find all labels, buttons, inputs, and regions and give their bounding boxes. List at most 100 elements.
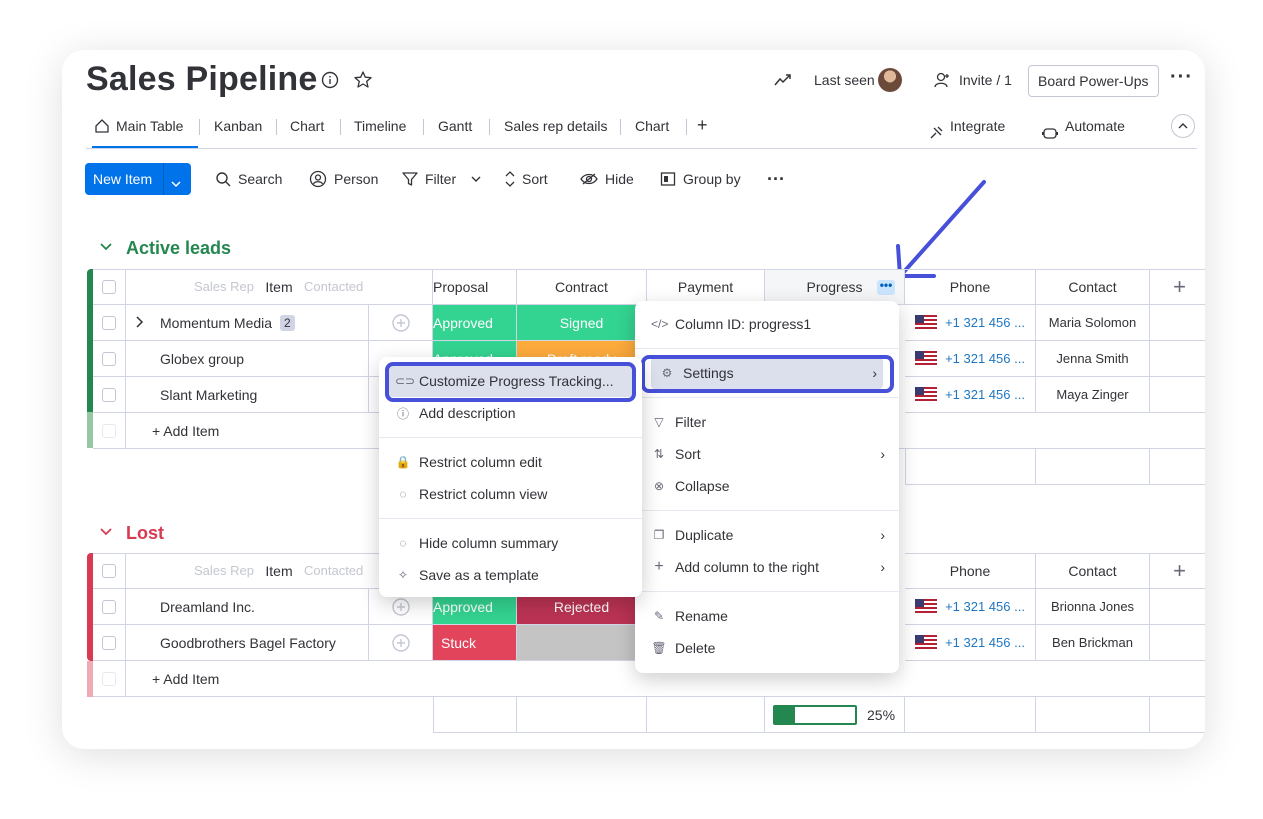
column-header-contact[interactable]: Contact <box>1036 553 1150 589</box>
collapse-group-icon[interactable] <box>100 528 112 536</box>
row-checkbox[interactable] <box>102 635 116 650</box>
progress-summary[interactable]: 25% <box>765 697 905 733</box>
menu-item-filter[interactable]: ▽ Filter <box>635 406 899 438</box>
phone-cell[interactable]: +1 321 456 ... <box>905 341 1036 377</box>
row-checkbox[interactable] <box>102 351 116 366</box>
last-seen-label[interactable]: Last seen <box>814 72 875 88</box>
info-icon: ⓘ <box>396 406 409 421</box>
phone-cell[interactable]: +1 321 456 ... <box>905 377 1036 413</box>
column-header-contact[interactable]: Contact <box>1036 269 1150 305</box>
person-filter-button[interactable]: Person <box>309 167 378 191</box>
contact-cell[interactable]: Ben Brickman <box>1036 625 1150 661</box>
search-icon <box>216 172 231 187</box>
toolbar-more-icon[interactable]: ··· <box>767 167 785 191</box>
collapse-header-icon[interactable] <box>1171 114 1195 138</box>
us-flag-icon <box>915 351 938 366</box>
status-proposal[interactable]: Approved <box>433 305 517 341</box>
column-header-phone[interactable]: Phone <box>905 269 1036 305</box>
tab-gantt[interactable]: Gantt <box>438 112 472 148</box>
add-update-icon[interactable] <box>369 625 433 661</box>
group-title-active[interactable]: Active leads <box>126 238 231 259</box>
column-options-icon[interactable]: ••• <box>877 279 895 295</box>
new-item-button[interactable]: New Item <box>85 163 191 195</box>
invite-person-icon[interactable] <box>932 70 952 90</box>
phone-cell[interactable]: +1 321 456 ... <box>905 625 1036 661</box>
tab-timeline[interactable]: Timeline <box>354 112 406 148</box>
status-contract[interactable] <box>517 625 647 661</box>
menu-item-restrict-edit[interactable]: 🔒 Restrict column edit <box>379 446 642 478</box>
menu-item-column-id[interactable]: </> Column ID: progress1 <box>635 308 899 340</box>
column-header-phone[interactable]: Phone <box>905 553 1036 589</box>
sort-button[interactable]: Sort <box>505 167 548 191</box>
table-row-item[interactable]: Dreamland Inc. <box>126 589 369 625</box>
menu-item-save-template[interactable]: ✧ Save as a template <box>379 559 642 591</box>
menu-item-add-column-right[interactable]: + Add column to the right › <box>635 551 899 583</box>
table-row-item[interactable]: Globex group <box>126 341 369 377</box>
column-header-item[interactable]: Sales Rep Item Contacted <box>126 269 433 305</box>
menu-item-sort[interactable]: ⇅ Sort › <box>635 438 899 470</box>
select-all-checkbox[interactable] <box>102 280 116 294</box>
hide-button[interactable]: Hide <box>580 167 634 191</box>
group-title-lost[interactable]: Lost <box>126 523 164 544</box>
tab-kanban[interactable]: Kanban <box>214 112 262 148</box>
chevron-down-icon <box>471 176 481 182</box>
add-view-icon[interactable]: + <box>697 112 708 148</box>
group-by-button[interactable]: Group by <box>660 167 741 191</box>
chevron-down-icon[interactable] <box>171 175 181 191</box>
info-icon[interactable] <box>320 70 340 90</box>
contact-cell[interactable]: Maya Zinger <box>1036 377 1150 413</box>
star-icon[interactable] <box>352 69 374 91</box>
wand-icon: ✧ <box>397 568 409 582</box>
table-row-item[interactable]: Goodbrothers Bagel Factory <box>126 625 369 661</box>
add-column-icon[interactable]: + <box>1150 553 1205 589</box>
row-checkbox[interactable] <box>102 599 116 614</box>
row-checkbox[interactable] <box>102 387 116 402</box>
contact-cell[interactable]: Brionna Jones <box>1036 589 1150 625</box>
more-options-icon[interactable]: ··· <box>1170 66 1193 89</box>
eye-off-icon <box>580 173 598 185</box>
row-checkbox[interactable] <box>102 315 116 330</box>
filter-button[interactable]: Filter <box>402 167 481 191</box>
contact-cell[interactable]: Jenna Smith <box>1036 341 1150 377</box>
menu-item-hide-summary[interactable]: ◌ Hide column summary <box>379 527 642 559</box>
board-title[interactable]: Sales Pipeline <box>86 60 317 99</box>
automate-button[interactable]: Automate <box>1041 112 1125 148</box>
integrate-button[interactable]: Integrate <box>928 112 1005 148</box>
status-proposal[interactable]: Stuck <box>433 625 517 661</box>
table-row-item[interactable]: Slant Marketing <box>126 377 369 413</box>
eye-off-icon: ◌ <box>399 536 407 550</box>
tab-main-table[interactable]: Main Table <box>92 112 198 148</box>
tab-chart[interactable]: Chart <box>290 112 324 148</box>
column-header-progress[interactable]: Progress ••• <box>765 269 905 305</box>
activity-icon[interactable] <box>774 71 792 89</box>
tab-chart-2[interactable]: Chart <box>635 112 669 148</box>
search-button[interactable]: Search <box>215 167 282 191</box>
expand-subitems-icon[interactable] <box>136 315 148 331</box>
board-power-ups-button[interactable]: Board Power-Ups <box>1028 65 1159 97</box>
menu-item-rename[interactable]: ✎ Rename <box>635 600 899 632</box>
menu-item-duplicate[interactable]: ❐ Duplicate › <box>635 519 899 551</box>
collapse-group-icon[interactable] <box>100 243 112 251</box>
select-all-checkbox[interactable] <box>102 564 116 578</box>
add-update-icon[interactable] <box>369 305 433 341</box>
table-row-item[interactable]: Momentum Media 2 <box>126 305 369 341</box>
add-column-icon[interactable]: + <box>1150 269 1205 305</box>
duplicate-icon: ❐ <box>653 528 665 542</box>
tab-sales-rep-details[interactable]: Sales rep details <box>504 112 608 148</box>
progress-bar-fill <box>775 706 795 723</box>
invite-button[interactable]: Invite / 1 <box>959 72 1012 88</box>
column-header-payment[interactable]: Payment <box>647 269 765 305</box>
menu-item-delete[interactable]: 🗑 Delete <box>635 632 899 664</box>
status-contract[interactable]: Signed <box>517 305 647 341</box>
code-icon: </> <box>651 317 669 331</box>
column-header-proposal[interactable]: Proposal <box>433 269 517 305</box>
group-by-icon <box>660 172 676 186</box>
menu-item-collapse[interactable]: ⊗ Collapse <box>635 470 899 502</box>
column-header-contract[interactable]: Contract <box>517 269 647 305</box>
contact-cell[interactable]: Maria Solomon <box>1036 305 1150 341</box>
settings-highlight <box>641 355 894 393</box>
menu-item-restrict-view[interactable]: ◌ Restrict column view <box>379 478 642 510</box>
phone-cell[interactable]: +1 321 456 ... <box>905 589 1036 625</box>
avatar[interactable] <box>878 68 902 92</box>
phone-cell[interactable]: +1 321 456 ... <box>905 305 1036 341</box>
